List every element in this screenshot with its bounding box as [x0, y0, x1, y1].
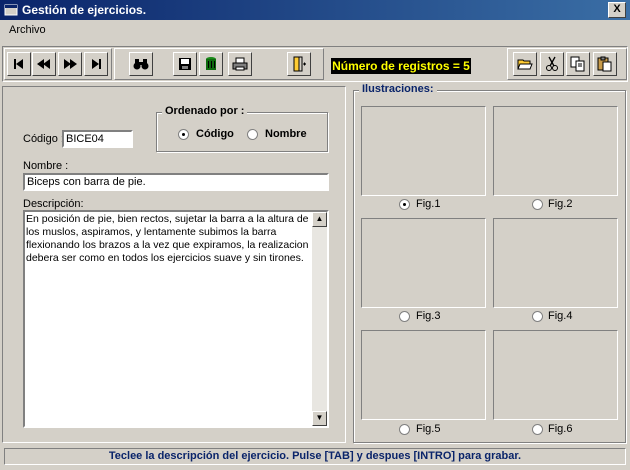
sort-nombre-radio[interactable]	[247, 129, 258, 140]
scroll-up-icon: ▲	[315, 214, 324, 223]
codigo-label: Código :	[23, 133, 64, 145]
figure-4-frame	[493, 218, 618, 308]
nombre-label: Nombre :	[23, 160, 69, 172]
close-icon: X	[613, 3, 621, 15]
delete-button[interactable]	[199, 52, 223, 76]
figure-1-radio[interactable]	[399, 199, 410, 210]
figure-5-frame	[361, 330, 486, 420]
binoculars-icon	[133, 59, 149, 70]
figure-1-frame	[361, 106, 486, 196]
sort-nombre-label[interactable]: Nombre	[265, 128, 307, 140]
figure-5-label[interactable]: Fig.5	[416, 423, 440, 435]
close-button[interactable]: X	[608, 2, 626, 18]
copy-button[interactable]	[566, 52, 590, 76]
search-button[interactable]	[129, 52, 153, 76]
first-record-button[interactable]	[7, 52, 31, 76]
prev-record-icon	[37, 59, 50, 69]
print-button[interactable]	[228, 52, 252, 76]
figure-2-label[interactable]: Fig.2	[548, 198, 572, 210]
nombre-field[interactable]: Biceps con barra de pie.	[23, 173, 329, 191]
delete-bin-icon	[206, 57, 216, 70]
sort-codigo-radio[interactable]	[178, 129, 189, 140]
open-folder-icon	[517, 59, 533, 70]
menu-bar	[0, 20, 630, 40]
figure-4-label[interactable]: Fig.4	[548, 310, 572, 322]
cut-button[interactable]	[540, 52, 564, 76]
figure-6-frame	[493, 330, 618, 420]
sort-group-label: Ordenado por :	[162, 105, 248, 117]
descripcion-label: Descripción:	[23, 198, 84, 210]
record-count-display: Número de registros = 5	[331, 58, 471, 74]
figure-6-radio[interactable]	[532, 424, 543, 435]
figure-4-radio[interactable]	[532, 311, 543, 322]
app-icon	[4, 4, 18, 16]
exit-button[interactable]	[287, 52, 311, 76]
last-record-icon	[92, 59, 101, 69]
save-disk-icon	[179, 58, 191, 70]
descripcion-text: En posición de pie, bien rectos, sujetar…	[26, 213, 309, 264]
figure-6-label[interactable]: Fig.6	[548, 423, 572, 435]
figure-3-radio[interactable]	[399, 311, 410, 322]
scroll-down-icon: ▼	[315, 413, 324, 422]
figure-5-radio[interactable]	[399, 424, 410, 435]
scroll-up-button[interactable]: ▲	[312, 212, 327, 227]
copy-icon	[570, 56, 585, 72]
scroll-down-button[interactable]: ▼	[312, 411, 327, 426]
next-record-button[interactable]	[58, 52, 82, 76]
cut-scissors-icon	[546, 56, 558, 71]
figure-3-frame	[361, 218, 486, 308]
save-button[interactable]	[173, 52, 197, 76]
prev-record-button[interactable]	[32, 52, 56, 76]
next-record-icon	[64, 59, 77, 69]
figure-1-label[interactable]: Fig.1	[416, 198, 440, 210]
descripcion-textarea[interactable]: En posición de pie, bien rectos, sujetar…	[23, 210, 329, 428]
last-record-button[interactable]	[84, 52, 108, 76]
descripcion-scrollbar[interactable]	[312, 212, 327, 426]
status-bar: Teclee la descripción del ejercicio. Pul…	[4, 448, 626, 465]
illustrations-group-label: Ilustraciones:	[359, 83, 437, 95]
title-bar: Gestión de ejercicios. X	[0, 0, 630, 20]
first-record-icon	[14, 59, 23, 69]
exit-door-icon	[293, 56, 306, 72]
figure-2-radio[interactable]	[532, 199, 543, 210]
figure-3-label[interactable]: Fig.3	[416, 310, 440, 322]
sort-codigo-label[interactable]: Código	[196, 128, 234, 140]
figure-2-frame	[493, 106, 618, 196]
open-button[interactable]	[513, 52, 537, 76]
window-title: Gestión de ejercicios.	[22, 3, 147, 17]
menu-archivo[interactable]: Archivo	[9, 24, 46, 36]
paste-icon	[597, 56, 612, 72]
print-icon	[232, 57, 248, 71]
codigo-field[interactable]: BICE04	[62, 130, 133, 148]
paste-button[interactable]	[593, 52, 617, 76]
